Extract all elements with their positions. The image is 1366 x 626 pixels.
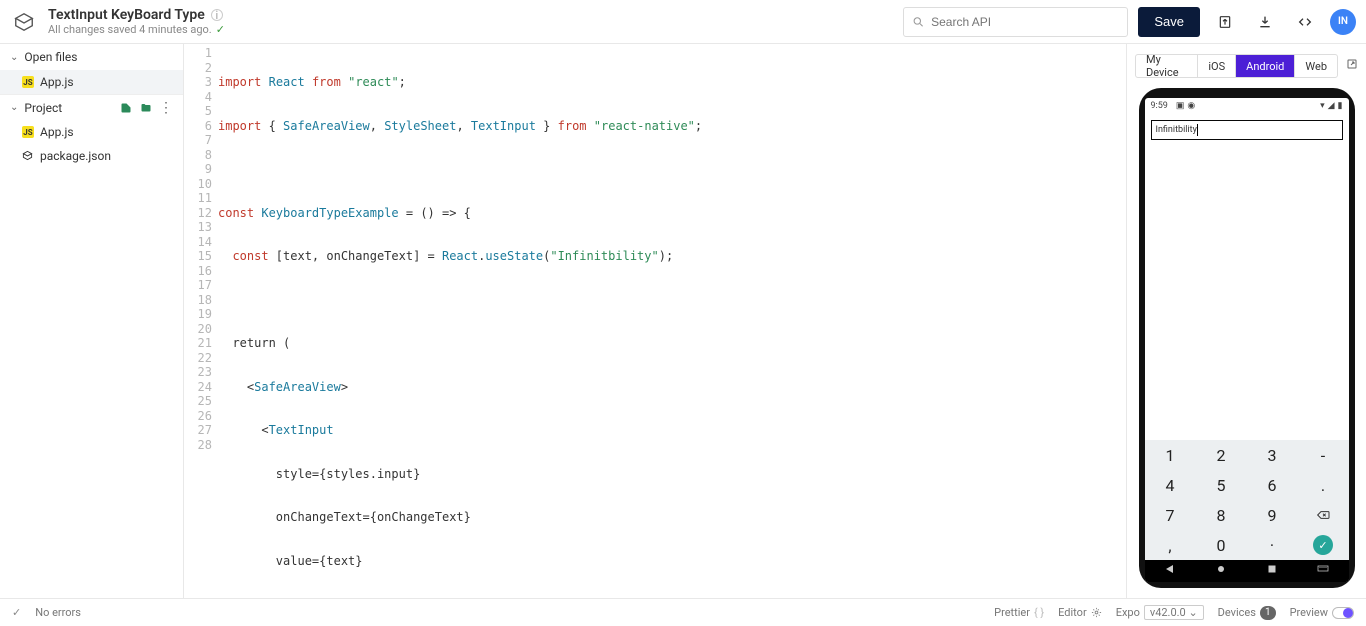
open-files-label: Open files xyxy=(24,50,77,64)
project-label: Project xyxy=(24,101,62,115)
key-dash[interactable]: - xyxy=(1298,440,1349,470)
expo-icon: ▣ xyxy=(1176,101,1185,111)
avatar[interactable]: IN xyxy=(1330,9,1356,35)
search-icon xyxy=(912,15,925,29)
error-status: No errors xyxy=(35,606,81,619)
line-gutter: 1234567891011121314151617181920212223242… xyxy=(184,44,218,598)
open-files-header[interactable]: ⌄ Open files xyxy=(0,44,183,70)
open-file-app-js[interactable]: JS App.js xyxy=(0,70,183,94)
new-folder-icon[interactable] xyxy=(139,101,153,115)
tab-android[interactable]: Android xyxy=(1236,55,1295,77)
key-9[interactable]: 9 xyxy=(1247,500,1298,530)
nav-recent-icon[interactable] xyxy=(1266,563,1278,579)
chevron-down-icon: ⌄ xyxy=(10,52,18,63)
key-5[interactable]: 5 xyxy=(1196,470,1247,500)
key-8[interactable]: 8 xyxy=(1196,500,1247,530)
debug-icon: ◉ xyxy=(1187,101,1195,111)
key-2[interactable]: 2 xyxy=(1196,440,1247,470)
sidebar: ⌄ Open files JS App.js ⌄ Project ⋮ JS Ap… xyxy=(0,44,184,598)
status-bar: 9:59 ▣ ◉ ▾ ◢ ▮ xyxy=(1145,98,1349,114)
title-block: TextInput KeyBoard Type i All changes sa… xyxy=(48,7,225,36)
prettier-button[interactable]: Prettier { } xyxy=(994,606,1044,619)
more-menu-icon[interactable]: ⋮ xyxy=(159,100,173,116)
nav-home-icon[interactable] xyxy=(1215,563,1227,579)
popout-icon[interactable] xyxy=(1346,58,1358,74)
wifi-icon: ▾ xyxy=(1320,101,1325,111)
key-dot[interactable]: . xyxy=(1298,470,1349,500)
page-title: TextInput KeyBoard Type xyxy=(48,7,205,23)
info-icon[interactable]: i xyxy=(211,9,223,21)
file-name: App.js xyxy=(40,75,74,89)
expo-version-select[interactable]: Expo v42.0.0 ⌄ xyxy=(1116,605,1204,620)
chevron-down-icon: ⌄ xyxy=(10,102,18,113)
js-file-icon: JS xyxy=(22,76,34,88)
project-file-package-json[interactable]: package.json xyxy=(0,144,183,168)
nav-back-icon[interactable] xyxy=(1164,563,1176,579)
tab-ios[interactable]: iOS xyxy=(1198,55,1236,77)
js-file-icon: JS xyxy=(22,126,34,138)
search-input[interactable] xyxy=(931,15,1119,29)
download-icon[interactable] xyxy=(1250,7,1280,37)
status-bar-footer: ✓ No errors Prettier { } Editor Expo v42… xyxy=(0,598,1366,626)
text-input-field[interactable]: Infinitbility xyxy=(1151,120,1343,140)
project-header[interactable]: ⌄ Project ⋮ xyxy=(0,94,183,120)
key-backspace[interactable] xyxy=(1298,500,1349,530)
key-6[interactable]: 6 xyxy=(1247,470,1298,500)
project-file-app-js[interactable]: JS App.js xyxy=(0,120,183,144)
key-period[interactable]: · xyxy=(1247,530,1298,560)
key-4[interactable]: 4 xyxy=(1145,470,1196,500)
check-icon: ✓ xyxy=(12,606,21,619)
battery-icon: ▮ xyxy=(1338,101,1343,111)
package-icon xyxy=(22,150,34,162)
key-7[interactable]: 7 xyxy=(1145,500,1196,530)
key-3[interactable]: 3 xyxy=(1247,440,1298,470)
key-1[interactable]: 1 xyxy=(1145,440,1196,470)
device-frame: 9:59 ▣ ◉ ▾ ◢ ▮ Infinitbility xyxy=(1139,88,1355,588)
preview-panel: My Device iOS Android Web 9:59 ▣ ◉ ▾ xyxy=(1126,44,1366,598)
nav-keyboard-icon[interactable] xyxy=(1317,564,1329,579)
signal-icon: ◢ xyxy=(1328,101,1335,111)
code-editor[interactable]: 1234567891011121314151617181920212223242… xyxy=(184,44,1126,598)
code-content[interactable]: import React from "react"; import { Safe… xyxy=(218,44,1126,598)
editor-settings-button[interactable]: Editor xyxy=(1058,606,1102,619)
embed-icon[interactable] xyxy=(1290,7,1320,37)
save-button[interactable]: Save xyxy=(1138,7,1200,37)
status-time: 9:59 xyxy=(1151,101,1168,111)
logo-icon[interactable] xyxy=(10,8,38,36)
file-name: App.js xyxy=(40,125,74,139)
text-cursor xyxy=(1197,124,1198,136)
android-navbar xyxy=(1145,560,1349,582)
search-input-wrapper[interactable] xyxy=(903,7,1128,37)
text-input-value: Infinitbility xyxy=(1156,125,1197,135)
tab-my-device[interactable]: My Device xyxy=(1136,55,1198,77)
file-name: package.json xyxy=(40,149,111,163)
import-file-icon[interactable] xyxy=(119,101,133,115)
device-tabs: My Device iOS Android Web xyxy=(1135,54,1338,78)
export-icon[interactable] xyxy=(1210,7,1240,37)
devices-button[interactable]: Devices 1 xyxy=(1218,606,1276,620)
preview-toggle[interactable]: Preview xyxy=(1290,606,1354,619)
key-comma[interactable]: , xyxy=(1145,530,1196,560)
tab-web[interactable]: Web xyxy=(1295,55,1337,77)
check-icon: ✓ xyxy=(216,23,225,36)
save-status: All changes saved 4 minutes ago. xyxy=(48,23,212,36)
numeric-keypad: 1 2 3 - 4 5 6 . 7 8 9 , 0 · xyxy=(1145,440,1349,560)
key-0[interactable]: 0 xyxy=(1196,530,1247,560)
key-enter[interactable]: ✓ xyxy=(1298,530,1349,560)
